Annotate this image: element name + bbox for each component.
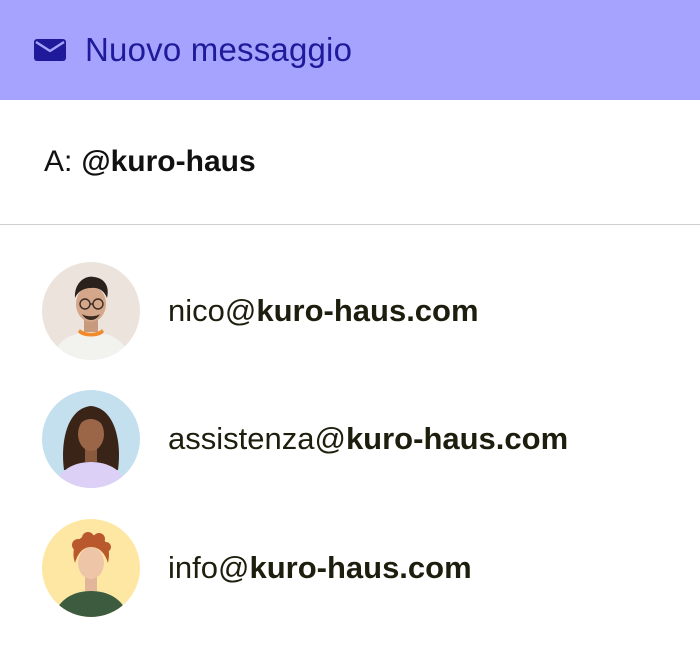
avatar bbox=[42, 262, 140, 360]
contact-suggestion-item[interactable]: assistenza@kuro-haus.com bbox=[0, 389, 700, 489]
contact-email-local: assistenza@ bbox=[168, 421, 346, 456]
contact-email-domain: kuro-haus.com bbox=[345, 421, 569, 456]
avatar bbox=[42, 390, 140, 488]
contact-email-local: nico@ bbox=[168, 293, 257, 328]
contact-suggestion-item[interactable]: nico@kuro-haus.com bbox=[0, 261, 700, 361]
mail-icon bbox=[33, 38, 67, 62]
compose-header: Nuovo messaggio bbox=[0, 0, 700, 100]
contact-suggestion-item[interactable]: info@kuro-haus.com bbox=[0, 518, 700, 618]
contact-email: assistenza@kuro-haus.com bbox=[168, 421, 568, 457]
contact-email: nico@kuro-haus.com bbox=[168, 293, 479, 329]
recipient-label: A: bbox=[44, 145, 73, 178]
recipient-field[interactable]: A: @kuro-haus bbox=[0, 100, 700, 225]
contact-email-local: info@ bbox=[168, 550, 250, 585]
contact-email-domain: kuro-haus.com bbox=[256, 293, 479, 328]
avatar bbox=[42, 519, 140, 617]
recipient-input-value[interactable]: @kuro-haus bbox=[81, 145, 255, 179]
compose-title: Nuovo messaggio bbox=[85, 31, 353, 68]
contact-email-domain: kuro-haus.com bbox=[249, 550, 472, 585]
contact-email: info@kuro-haus.com bbox=[168, 550, 472, 586]
